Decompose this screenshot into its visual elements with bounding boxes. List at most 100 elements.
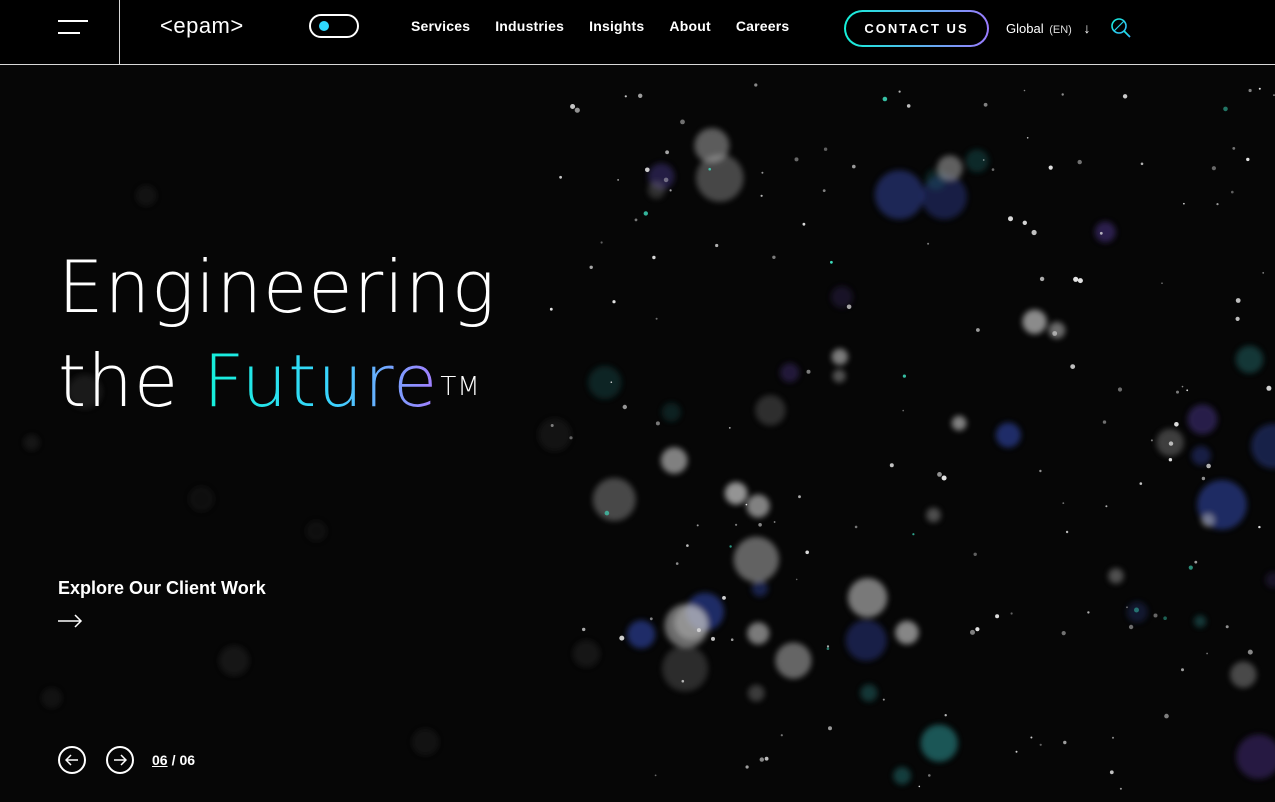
star-particle — [882, 698, 885, 701]
star-particle — [1087, 611, 1090, 614]
bokeh-particle — [219, 645, 250, 676]
star-particle — [638, 93, 643, 98]
star-particle — [1186, 389, 1189, 392]
slider-next-button[interactable] — [106, 746, 134, 774]
star-particle — [649, 617, 653, 621]
star-particle — [574, 107, 580, 113]
star-particle — [1168, 458, 1173, 462]
bokeh-particle — [1201, 513, 1215, 527]
logo[interactable]: <epam> — [160, 13, 244, 39]
slider-controls: 06/06 — [58, 746, 195, 774]
star-particle — [1206, 463, 1211, 469]
star-particle — [663, 177, 669, 183]
star-particle — [983, 102, 988, 107]
bokeh-particle — [775, 642, 812, 679]
star-particle — [730, 638, 734, 641]
star-particle — [1258, 525, 1261, 529]
bokeh-particle — [755, 395, 786, 426]
star-particle — [1194, 560, 1198, 564]
star-particle — [549, 307, 553, 311]
star-particle — [655, 317, 658, 320]
bokeh-particle — [995, 422, 1021, 448]
star-particle — [773, 521, 776, 523]
star-particle — [1073, 276, 1079, 282]
star-particle — [604, 510, 610, 516]
bokeh-particle — [41, 687, 62, 709]
bokeh-particle — [831, 348, 848, 365]
star-particle — [1150, 439, 1153, 442]
star-particle — [729, 545, 732, 548]
language-selector[interactable]: Global (EN) ↓ — [1006, 20, 1090, 36]
star-particle — [823, 147, 828, 151]
menu-button[interactable] — [0, 0, 120, 64]
star-particle — [1063, 740, 1067, 745]
star-particle — [1247, 649, 1253, 655]
bokeh-particle — [1108, 568, 1124, 584]
bokeh-particle — [188, 486, 215, 512]
star-particle — [1119, 787, 1122, 790]
star-particle — [1099, 231, 1103, 235]
star-particle — [681, 679, 685, 683]
bokeh-particle — [845, 619, 887, 662]
nav-item-services[interactable]: Services — [411, 18, 470, 34]
arrow-right-icon[interactable] — [58, 614, 84, 628]
star-particle — [550, 424, 554, 427]
star-particle — [1061, 93, 1064, 96]
star-particle — [759, 757, 764, 762]
language-code: (EN) — [1049, 24, 1072, 36]
hero-title: Engineering the FutureTM — [58, 240, 496, 428]
nav-item-careers[interactable]: Careers — [736, 18, 790, 34]
star-particle — [1026, 137, 1029, 139]
star-particle — [1117, 387, 1123, 392]
star-particle — [941, 475, 947, 481]
search-icon[interactable] — [1110, 17, 1132, 39]
star-particle — [696, 628, 701, 633]
star-particle — [1015, 750, 1018, 753]
star-particle — [610, 381, 613, 384]
bokeh-particle — [724, 482, 748, 505]
star-particle — [826, 647, 830, 650]
star-particle — [1181, 385, 1184, 388]
bokeh-particle — [660, 447, 688, 474]
star-particle — [1031, 229, 1037, 236]
star-particle — [1109, 770, 1114, 775]
star-particle — [708, 167, 711, 171]
star-particle — [760, 194, 763, 197]
bokeh-particle — [662, 645, 708, 692]
nav-item-industries[interactable]: Industries — [495, 18, 564, 34]
star-particle — [696, 524, 699, 527]
bokeh-particle — [926, 507, 941, 523]
star-particle — [1246, 157, 1250, 162]
star-particle — [1077, 159, 1082, 165]
bokeh-particle — [1235, 345, 1264, 374]
star-particle — [665, 150, 669, 155]
star-particle — [1174, 422, 1179, 427]
star-particle — [1235, 298, 1241, 303]
bokeh-particle — [874, 170, 924, 220]
star-particle — [1039, 276, 1045, 282]
star-particle — [569, 436, 573, 440]
star-particle — [937, 472, 942, 477]
bokeh-particle — [920, 724, 958, 762]
explore-client-work-link[interactable]: Explore Our Client Work — [58, 578, 266, 599]
star-particle — [1105, 505, 1108, 508]
star-particle — [624, 95, 627, 98]
star-particle — [928, 774, 931, 777]
star-particle — [1030, 736, 1033, 739]
slider-prev-button[interactable] — [58, 746, 86, 774]
nav-item-about[interactable]: About — [669, 18, 710, 34]
star-particle — [589, 265, 593, 269]
bokeh-particle — [746, 494, 770, 518]
star-particle — [995, 614, 1000, 619]
slide-current[interactable]: 06 — [152, 752, 168, 768]
theme-toggle[interactable] — [309, 14, 359, 38]
bokeh-particle — [847, 578, 888, 618]
star-particle — [612, 300, 616, 304]
main-nav: Services Industries Insights About Caree… — [411, 18, 789, 34]
star-particle — [559, 175, 562, 179]
contact-us-button[interactable]: CONTACT US — [844, 10, 989, 47]
hero-title-line2: the FutureTM — [58, 334, 496, 428]
nav-item-insights[interactable]: Insights — [589, 18, 644, 34]
bokeh-particle — [674, 606, 708, 640]
star-particle — [1223, 106, 1228, 112]
